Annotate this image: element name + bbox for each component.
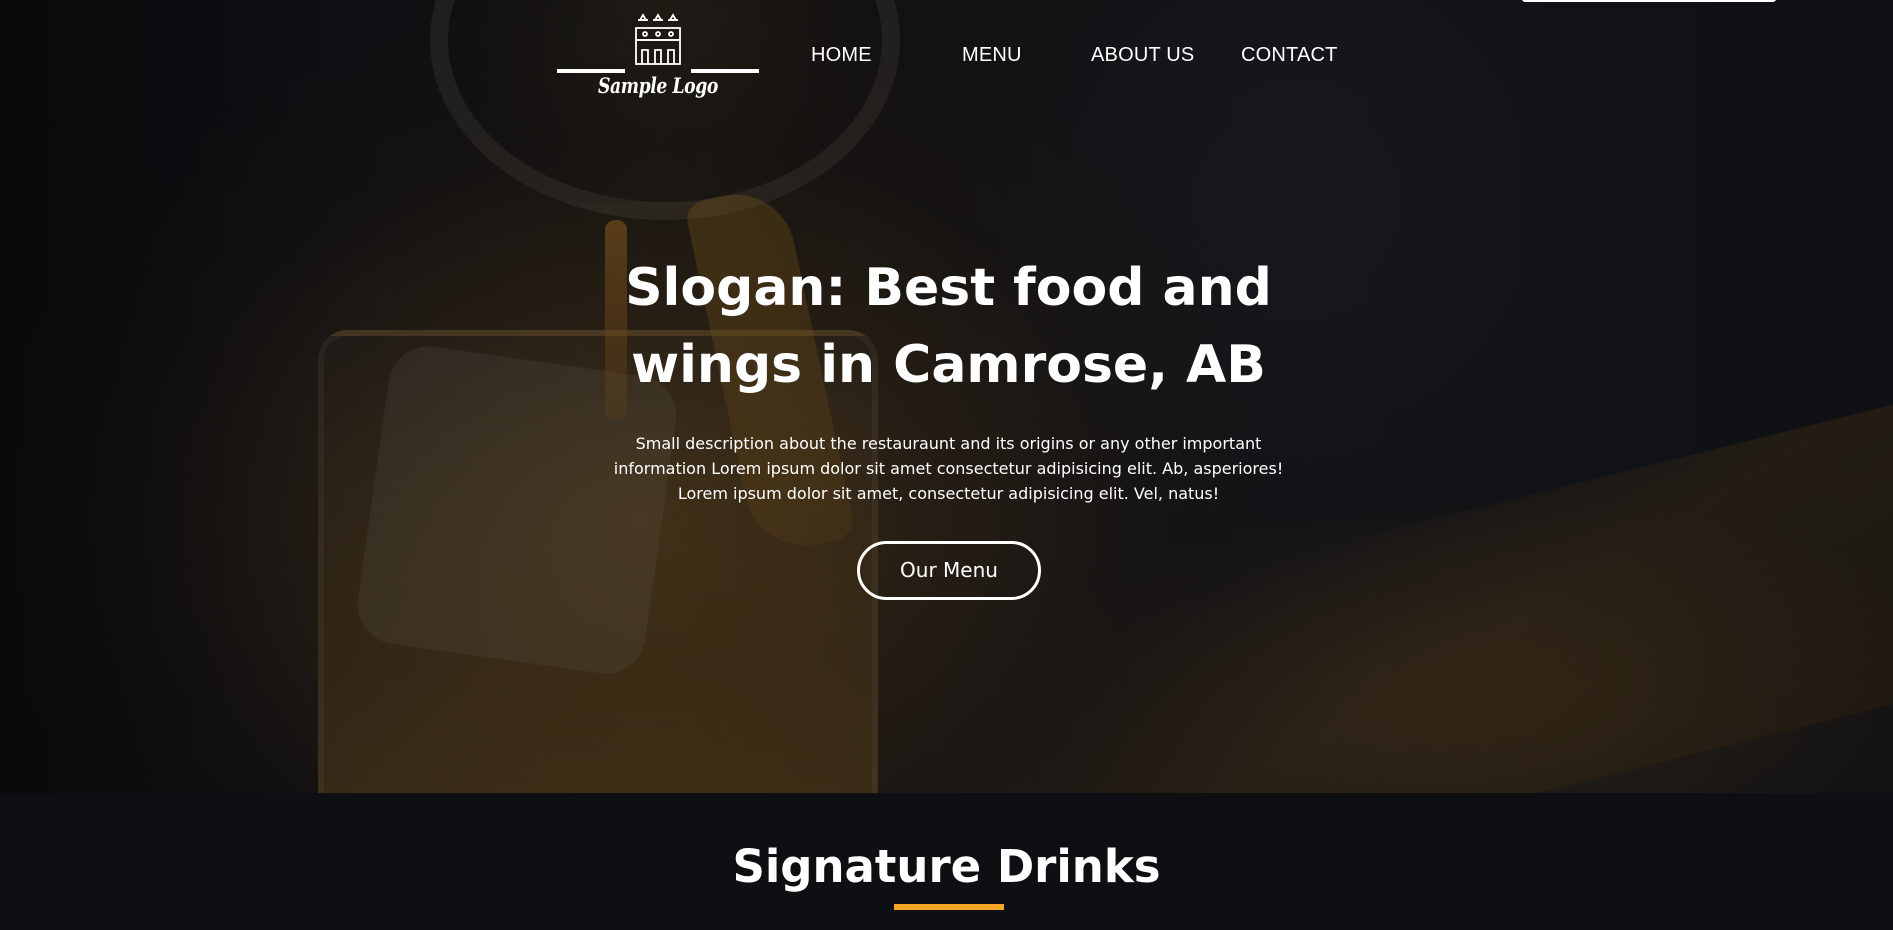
- hero-title-line-1: Slogan: Best food and: [625, 258, 1272, 318]
- hero-title-line-2: wings in Camrose, AB: [631, 335, 1266, 395]
- nav-menu[interactable]: MENU: [962, 44, 1022, 67]
- our-menu-button[interactable]: Our Menu: [857, 541, 1041, 600]
- nav-about-us[interactable]: ABOUT US: [1091, 44, 1194, 67]
- section-title-underline: [894, 904, 1004, 910]
- top-right-box: [1522, 0, 1776, 2]
- nav-home[interactable]: HOME: [811, 44, 872, 67]
- main-nav: HOME MENU ABOUT US CONTACT: [0, 44, 1893, 74]
- section-title: Signature Drinks: [732, 840, 1161, 893]
- logo-text: Sample Logo: [598, 73, 718, 98]
- hero-title: Slogan: Best food and wings in Camrose, …: [546, 250, 1351, 404]
- signature-drinks-section: Signature Drinks: [0, 793, 1893, 930]
- hero-section: Sample Logo HOME MENU ABOUT US CONTACT S…: [0, 0, 1893, 793]
- hero-description: Small description about the restauraunt …: [613, 434, 1284, 503]
- nav-contact[interactable]: CONTACT: [1241, 44, 1338, 67]
